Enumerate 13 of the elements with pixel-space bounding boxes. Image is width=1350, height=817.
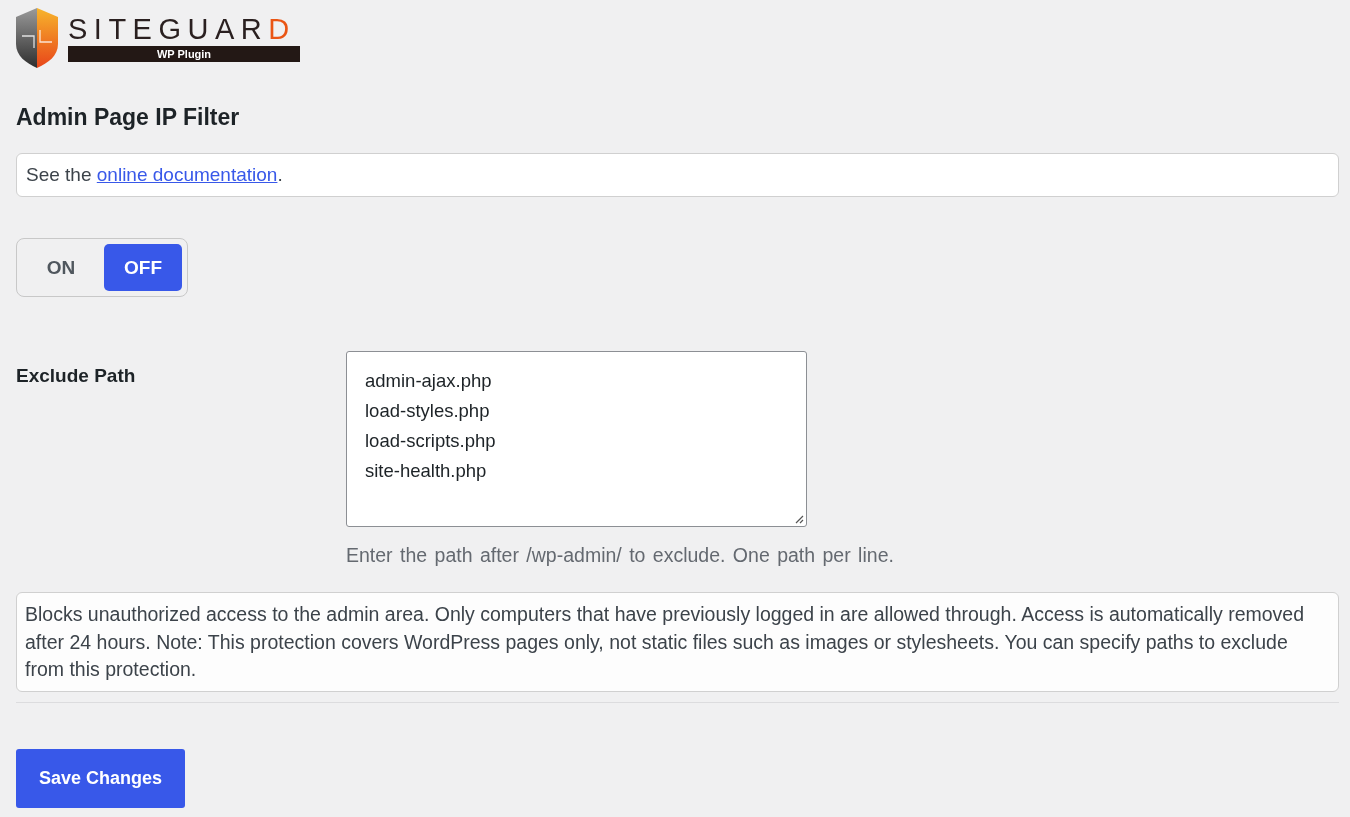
- field-hint: Enter the path after /wp-admin/ to exclude. One path per line.: [346, 543, 894, 567]
- notice-text: See the online documentation.: [26, 164, 283, 186]
- resize-grip-icon[interactable]: [794, 514, 804, 524]
- shield-logo-icon: [16, 8, 58, 68]
- toggle-option[interactable]: OFF: [104, 244, 182, 291]
- documentation-link[interactable]: online documentation: [96, 164, 278, 185]
- toggle-option[interactable]: ON: [22, 244, 100, 291]
- description-text: Blocks unauthorized access to the admin area. Only computers that have previously logged in are allowed through. Access is automatically removed after 24 hours. Note: This protection covers WordPress pages only, not static files such as images or stylesheets. You can specify paths to exclude from this protection.: [16, 592, 1339, 692]
- save-button[interactable]: Save Changes: [16, 748, 186, 808]
- logo-tagline: WP Plugin: [68, 45, 300, 62]
- field-label: Exclude Path: [16, 364, 137, 388]
- page-heading: Admin Page IP Filter: [16, 103, 241, 131]
- exclude-path-textarea[interactable]: admin-ajax.php load-styles.php load-scripts.php site-health.php: [346, 351, 807, 527]
